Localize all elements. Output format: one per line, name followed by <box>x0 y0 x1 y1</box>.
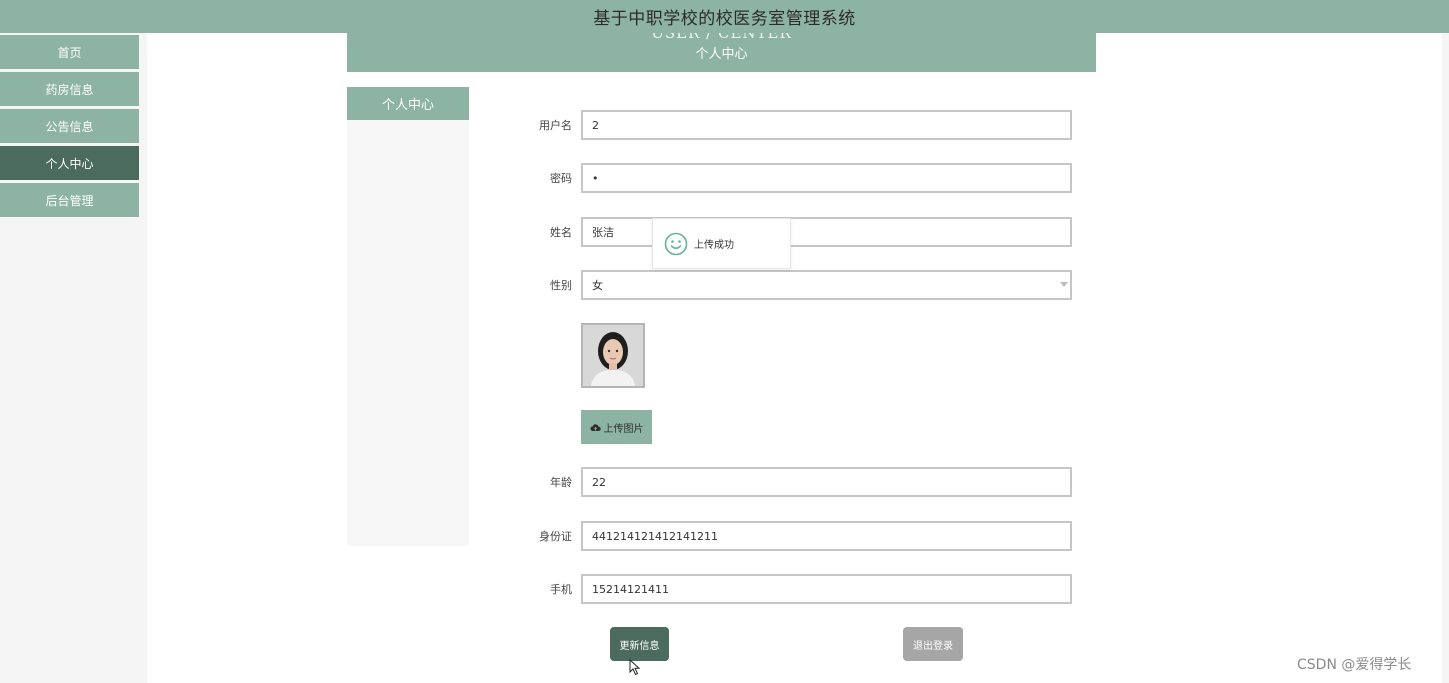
username-row: 用户名 <box>520 110 1080 140</box>
name-label: 姓名 <box>550 226 572 239</box>
id-card-row: 身份证 <box>520 521 1080 551</box>
mouse-cursor-icon <box>629 659 641 676</box>
id-card-label: 身份证 <box>539 530 572 543</box>
sidebar-item-personal-center[interactable]: 个人中心 <box>0 146 139 180</box>
section-banner: USER / CENTER 个人中心 <box>347 33 1096 72</box>
watermark-text: CSDN @爱得学长 <box>1297 657 1412 673</box>
age-input[interactable] <box>581 467 1072 497</box>
sidebar-nav: 首页 药房信息 公告信息 个人中心 后台管理 <box>0 35 140 220</box>
tab-personal-center[interactable]: 个人中心 <box>347 87 469 120</box>
phone-input[interactable] <box>581 574 1072 604</box>
age-row: 年龄 <box>520 467 1080 497</box>
gender-label: 性别 <box>550 279 572 292</box>
smile-success-icon <box>664 232 688 255</box>
sidebar-item-pharmacy[interactable]: 药房信息 <box>0 72 139 106</box>
banner-english-title: USER / CENTER <box>651 33 792 42</box>
phone-row: 手机 <box>520 574 1080 604</box>
toast-message: 上传成功 <box>694 240 734 251</box>
phone-label: 手机 <box>550 583 572 596</box>
username-input[interactable] <box>581 110 1072 140</box>
upload-image-label: 上传图片 <box>603 423 644 435</box>
side-panel: 个人中心 <box>347 87 469 546</box>
banner-title: 个人中心 <box>695 47 748 62</box>
gender-selected-value: 女 <box>592 279 603 292</box>
sidebar-item-home[interactable]: 首页 <box>0 35 139 69</box>
app-title: 基于中职学校的校医务室管理系统 <box>593 9 856 29</box>
sidebar-item-admin[interactable]: 后台管理 <box>0 183 139 217</box>
password-row: 密码 <box>520 163 1080 193</box>
portrait-image-icon <box>583 325 643 386</box>
gender-select[interactable]: 女 <box>581 270 1072 300</box>
password-input[interactable] <box>581 163 1072 193</box>
success-toast: 上传成功 <box>652 218 791 269</box>
id-card-input[interactable] <box>581 521 1072 551</box>
name-row: 姓名 <box>520 217 1080 247</box>
top-header: 基于中职学校的校医务室管理系统 <box>0 0 1449 33</box>
sidebar-item-announcements[interactable]: 公告信息 <box>0 109 139 143</box>
avatar-photo <box>581 323 645 388</box>
chevron-down-icon[interactable] <box>1060 282 1068 287</box>
logout-button[interactable]: 退出登录 <box>903 627 963 661</box>
update-info-button[interactable]: 更新信息 <box>610 627 669 661</box>
username-label: 用户名 <box>539 119 572 132</box>
password-label: 密码 <box>550 172 572 185</box>
cloud-upload-icon <box>589 423 601 431</box>
age-label: 年龄 <box>550 476 572 489</box>
upload-image-button[interactable]: 上传图片 <box>581 410 652 444</box>
gender-row: 性别 女 <box>520 270 1080 300</box>
